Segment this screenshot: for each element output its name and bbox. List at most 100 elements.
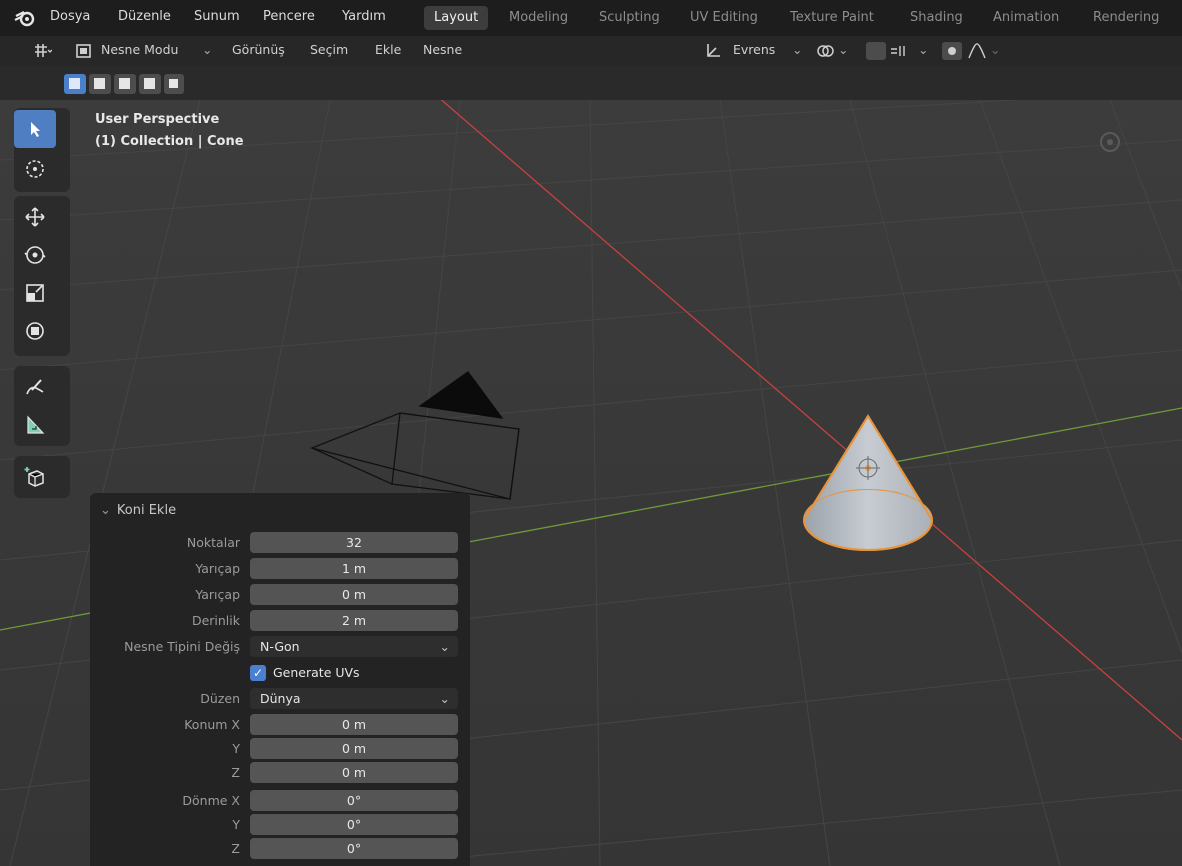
vertices-field[interactable]: 32 [250, 532, 458, 553]
tab-rendering[interactable]: Rendering [1083, 6, 1169, 30]
tool-group-transform [14, 196, 70, 356]
move-tool-button[interactable] [14, 198, 56, 236]
rotation-y-field[interactable]: 0° [250, 814, 458, 835]
select-new-button[interactable] [64, 74, 86, 94]
depth-field[interactable]: 2 m [250, 610, 458, 631]
select-subtract-icon [119, 78, 130, 89]
falloff-curve-icon[interactable] [967, 41, 987, 61]
base-fill-type-dropdown[interactable]: N-Gon ⌄ [250, 636, 458, 657]
tab-uv-editing[interactable]: UV Editing [680, 6, 768, 30]
proportional-edit-toggle[interactable] [942, 42, 962, 60]
depth-label: Derinlik [191, 613, 240, 628]
pivot-point-icon[interactable] [815, 41, 835, 61]
object-mode-icon [76, 44, 91, 58]
rotation-z-field[interactable]: 0° [250, 838, 458, 859]
rotate-icon [24, 246, 46, 264]
select-subtract-button[interactable] [114, 74, 136, 94]
add-cube-icon [24, 467, 44, 487]
align-label: Düzen [200, 691, 240, 706]
scale-tool-button[interactable] [14, 274, 56, 312]
align-value: Dünya [260, 691, 301, 706]
tab-shading[interactable]: Shading [900, 6, 973, 30]
menu-view[interactable]: Görünüş [232, 42, 285, 57]
tab-texture-paint[interactable]: Texture Paint [780, 6, 884, 30]
location-x-field[interactable]: 0 m [250, 714, 458, 735]
editor-type-icon[interactable] [32, 41, 52, 61]
move-arrows-icon [25, 207, 45, 227]
cursor-arrow-icon [31, 122, 40, 137]
align-dropdown[interactable]: Dünya ⌄ [250, 688, 458, 709]
select-intersect-icon [169, 79, 178, 88]
annotate-pen-icon [26, 379, 44, 395]
view-name: User Perspective [95, 112, 220, 127]
chevron-down-icon: ⌄ [202, 42, 213, 57]
chevron-down-icon: ⌄ [792, 42, 803, 57]
radius2-field[interactable]: 0 m [250, 584, 458, 605]
measure-ruler-icon [27, 415, 45, 434]
selection-mode-bar [0, 66, 1182, 100]
location-y-field[interactable]: 0 m [250, 738, 458, 759]
chevron-down-icon: ⌄ [838, 42, 849, 57]
tab-sculpting[interactable]: Sculpting [589, 6, 670, 30]
menu-render[interactable]: Sunum [194, 9, 240, 24]
checkmark-icon: ✓ [252, 666, 264, 680]
select-tool-button[interactable] [14, 110, 56, 148]
generate-uvs-checkbox[interactable]: ✓ [250, 665, 266, 681]
chevron-down-icon: ⌄ [439, 639, 450, 654]
select-intersect-button[interactable] [164, 74, 184, 94]
radius2-label: Yarıçap [195, 587, 240, 602]
snap-increment-icon[interactable] [888, 41, 908, 61]
menu-window[interactable]: Pencere [263, 9, 315, 24]
select-invert-button[interactable] [139, 74, 161, 94]
orientation-dropdown[interactable]: Evrens [733, 42, 775, 57]
panel-header[interactable]: ⌄ Koni Ekle [100, 503, 176, 518]
annotate-tool-button[interactable] [14, 368, 56, 406]
rotation-z-label: Z [231, 841, 240, 856]
viewport-header: Nesne Modu ⌄ Görünüş Seçim Ekle Nesne Ev… [0, 36, 1182, 66]
viewport-info: User Perspective (1) Collection | Cone [95, 109, 244, 153]
menu-select[interactable]: Seçim [310, 42, 348, 57]
chevron-down-icon: ⌄ [100, 503, 111, 518]
scale-icon [26, 284, 44, 302]
transform-icon [26, 322, 44, 340]
menu-edit[interactable]: Düzenle [118, 9, 171, 24]
tool-group-select [14, 108, 70, 192]
menu-file[interactable]: Dosya [50, 9, 90, 24]
panel-title: Koni Ekle [116, 503, 177, 518]
rotation-x-label: Dönme X [182, 793, 240, 808]
vertices-label: Noktalar [186, 535, 240, 550]
base-fill-type-value: N-Gon [260, 639, 300, 654]
3d-viewport[interactable]: User Perspective (1) Collection | Cone ⌄… [0, 100, 1182, 866]
top-menu-bar: Dosya Düzenle Sunum Pencere Yardım Layou… [0, 0, 1182, 36]
chevron-down-icon: ⌄ [439, 691, 450, 706]
transform-orientation-icon [707, 44, 720, 57]
location-z-label: Z [231, 765, 240, 780]
operator-panel: ⌄ Koni Ekle Noktalar 32 Yarıçap 1 m Yarıç… [90, 493, 470, 866]
menu-object[interactable]: Nesne [423, 42, 462, 57]
menu-add[interactable]: Ekle [375, 42, 401, 57]
location-z-field[interactable]: 0 m [250, 762, 458, 783]
measure-tool-button[interactable] [14, 406, 56, 444]
rotation-x-field[interactable]: 0° [250, 790, 458, 811]
generate-uvs-label: Generate UVs [273, 665, 360, 680]
add-cube-tool-button[interactable] [14, 458, 56, 496]
cursor-tool-button[interactable] [14, 150, 56, 188]
chevron-down-icon: ⌄ [990, 42, 1001, 57]
radius1-label: Yarıçap [195, 561, 240, 576]
snap-toggle[interactable] [866, 42, 886, 60]
tab-layout[interactable]: Layout [424, 6, 489, 30]
tab-modeling[interactable]: Modeling [499, 6, 578, 30]
radius1-field[interactable]: 1 m [250, 558, 458, 579]
blender-logo-icon[interactable] [14, 8, 36, 28]
tab-animation[interactable]: Animation [983, 6, 1069, 30]
select-invert-icon [144, 78, 155, 89]
select-extend-button[interactable] [89, 74, 111, 94]
collection-info: (1) Collection | Cone [95, 134, 244, 149]
select-extend-icon [94, 78, 105, 89]
mode-dropdown[interactable]: Nesne Modu [101, 42, 178, 57]
tool-shelf [0, 100, 80, 866]
transform-tool-button[interactable] [14, 312, 56, 350]
menu-help[interactable]: Yardım [342, 9, 386, 24]
chevron-down-icon: ⌄ [918, 42, 929, 57]
rotate-tool-button[interactable] [14, 236, 56, 274]
